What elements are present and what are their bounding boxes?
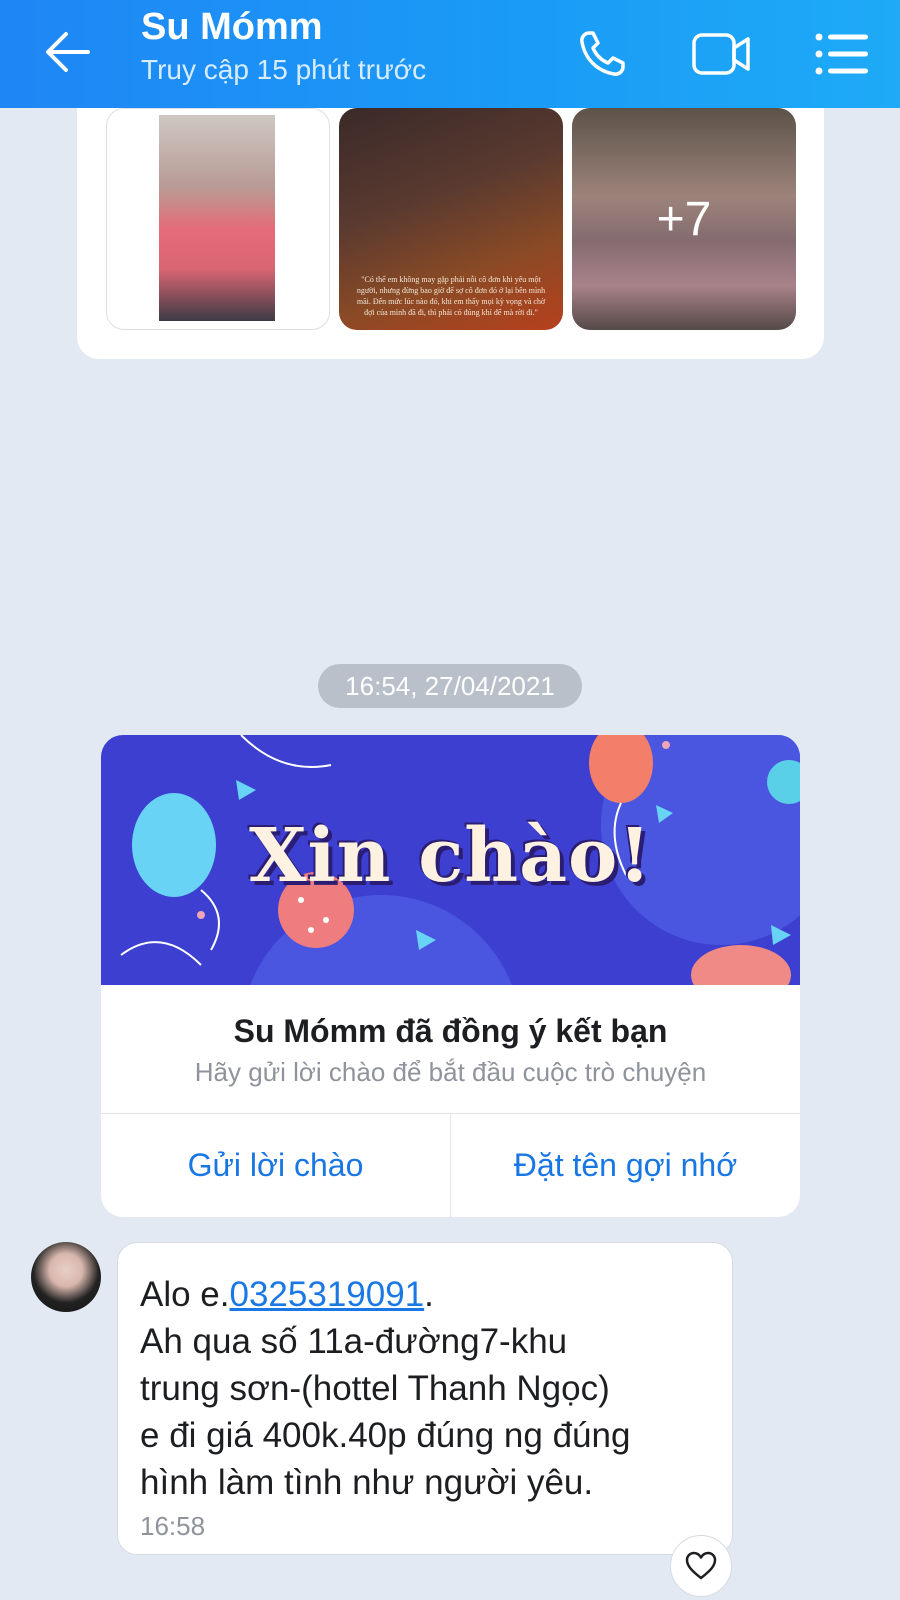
send-greeting-button[interactable]: Gửi lời chào [101,1113,450,1217]
profile-photo[interactable]: "Có thể em không may gặp phải nỗi cô đơn… [339,108,563,330]
avatar[interactable] [31,1242,101,1312]
video-call-button[interactable] [688,20,756,88]
more-photos-tile[interactable]: +7 [572,108,796,330]
message-line: e đi giá 400k.40p đúng ng đúng [140,1416,631,1455]
banner-greeting-text: Xin chào! [249,813,652,899]
friend-accepted-title: Su Mómm đã đồng ý kết bạn [233,1013,668,1049]
photo-image [159,115,275,321]
message-time: 16:58 [140,1511,206,1541]
video-camera-icon [692,33,750,75]
back-button[interactable] [38,22,98,82]
profile-photo[interactable] [106,108,330,330]
photo-quote-text: "Có thể em không may gặp phải nỗi cô đơn… [356,275,546,317]
back-arrow-icon [46,32,90,72]
message-line: Ah qua số 11a-đường7-khu [140,1322,568,1361]
options-menu-button[interactable] [808,20,876,88]
voice-call-button[interactable] [568,20,636,88]
friend-accepted-card: Xin chào! Su Mómm đã đồng ý kết bạn Hãy … [101,735,800,1217]
greeting-banner: Xin chào! [101,735,800,985]
message-prefix: Alo e. [140,1275,230,1314]
phone-icon [580,31,625,76]
heart-icon [685,1551,717,1580]
message-text: Alo e.0325319091. Ah qua số 11a-đường7-k… [140,1271,720,1506]
react-button[interactable] [670,1535,732,1597]
profile-photos-card: "Có thể em không may gặp phải nỗi cô đơn… [77,80,824,359]
date-separator: 16:54, 27/04/2021 [318,664,582,708]
phone-number-link[interactable]: 0325319091 [230,1275,425,1314]
set-nickname-button[interactable]: Đặt tên gợi nhớ [451,1113,800,1217]
friend-accepted-subtitle: Hãy gửi lời chào để bắt đầu cuộc trò chu… [194,1057,707,1087]
message-line: hình làm tình như người yêu. [140,1463,594,1502]
last-seen-status: Truy cập 15 phút trước [141,54,427,85]
message-punct: . [424,1275,434,1314]
contact-name[interactable]: Su Mómm [141,6,323,49]
chat-header: Su Mómm Truy cập 15 phút trước [0,0,900,108]
menu-list-icon [815,33,868,75]
message-bubble[interactable]: Alo e.0325319091. Ah qua số 11a-đường7-k… [117,1242,733,1555]
more-photos-count: +7 [572,108,796,330]
message-line: trung sơn-(hottel Thanh Ngọc) [140,1369,610,1408]
